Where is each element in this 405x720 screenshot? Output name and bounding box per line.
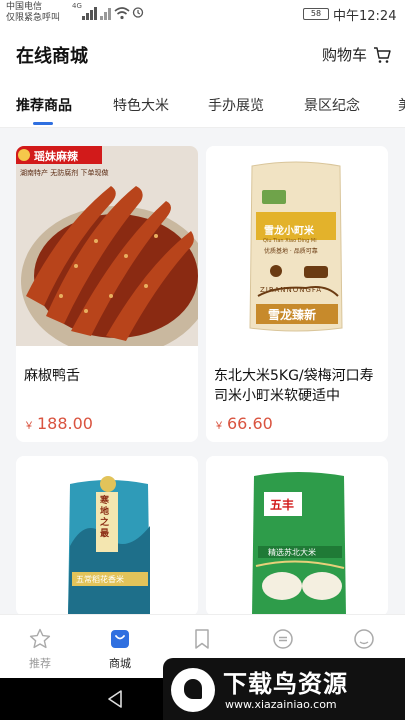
product-card[interactable]: 寒地之最 五常稻花香米 xyxy=(16,456,198,616)
watermark: 下载鸟资源 www.xiazainiao.com xyxy=(163,658,405,720)
bag-brand-en: ZIRANNONGFA xyxy=(260,286,323,294)
nav-recommend[interactable]: 推荐 xyxy=(10,627,70,671)
product-banner-sub: 湖南特产 无防腐剂 下单现做 xyxy=(20,169,109,177)
clock: 中午12:24 xyxy=(333,9,397,24)
currency-symbol: ￥ xyxy=(214,421,224,432)
price-value: 188.00 xyxy=(37,414,93,433)
product-price: ￥ 188.00 xyxy=(24,414,93,433)
bag-subtitle: 精选苏北大米 xyxy=(268,548,316,557)
nav-shop[interactable]: 商城 xyxy=(90,627,150,671)
shop-bag-icon xyxy=(111,630,129,648)
network-type: 4G xyxy=(72,2,82,10)
nav-messages[interactable] xyxy=(253,627,313,655)
tab-more[interactable]: 美 xyxy=(398,95,405,115)
star-icon xyxy=(29,628,51,649)
product-banner: 瑶妹麻辣 xyxy=(34,150,78,163)
product-image xyxy=(206,456,388,616)
watermark-logo-icon xyxy=(171,668,215,712)
bag-subtitle: 五常稻花香米 xyxy=(76,575,124,584)
cart-icon xyxy=(374,46,391,63)
nav-bookmark[interactable] xyxy=(172,627,232,655)
watermark-title: 下载鸟资源 xyxy=(223,670,348,698)
bookmark-icon xyxy=(195,629,209,649)
bag-brand: 五丰 xyxy=(270,498,295,512)
tab-souvenirs[interactable]: 景区纪念 xyxy=(304,95,360,115)
bag-subtitle: 优质基地 · 品质可靠 xyxy=(264,248,318,255)
carrier-info: 中国电信 仅限紧急呼叫 xyxy=(6,2,60,24)
status-bar: 中国电信 仅限紧急呼叫 4G 58 中午12:24 xyxy=(0,0,405,28)
product-name: 麻椒鸭舌 xyxy=(24,368,80,384)
carrier-name: 中国电信 xyxy=(6,2,43,12)
page-title: 在线商城 xyxy=(16,46,88,67)
tab-figures[interactable]: 手办展览 xyxy=(208,95,264,115)
watermark-url: www.xiazainiao.com xyxy=(225,698,337,711)
bag-title: 雪龙小町米 xyxy=(264,226,314,237)
carrier-status: 仅限紧急呼叫 xyxy=(6,13,61,23)
tab-indicator xyxy=(33,122,53,125)
bag-title: 寒地之最 xyxy=(100,496,110,539)
nav-profile[interactable] xyxy=(334,627,394,655)
product-card[interactable]: 五丰 精选苏北大米 xyxy=(206,456,388,616)
bag-pinyin: Qiu Tian Xiao Ding Mi xyxy=(263,238,317,244)
bag-brand: 雪龙臻新 xyxy=(268,308,317,322)
category-tabs: 推荐商品 特色大米 手办展览 景区纪念 美 xyxy=(0,80,405,128)
cart-button[interactable]: 购物车 xyxy=(322,44,391,65)
signal-icon: 4G xyxy=(72,2,112,20)
nav-label: 商城 xyxy=(109,657,131,670)
tab-special-rice[interactable]: 特色大米 xyxy=(113,95,169,115)
product-card[interactable]: 雪龙小町米 Qiu Tian Xiao Ding Mi 优质基地 · 品质可靠 … xyxy=(206,146,388,442)
tab-recommended[interactable]: 推荐商品 xyxy=(16,95,72,115)
wifi-icon xyxy=(114,7,130,20)
product-price: ￥ 66.60 xyxy=(214,414,273,433)
alarm-icon xyxy=(132,7,144,18)
battery-indicator: 58 xyxy=(303,8,329,20)
currency-symbol: ￥ xyxy=(24,421,34,432)
cart-label: 购物车 xyxy=(321,46,367,64)
app-header: 在线商城 购物车 xyxy=(0,28,405,80)
price-value: 66.60 xyxy=(227,414,273,433)
product-card[interactable]: 瑶妹麻辣 湖南特产 无防腐剂 下单现做 麻椒鸭舌 ￥ 188.00 xyxy=(16,146,198,442)
message-icon xyxy=(273,629,293,649)
back-triangle-icon[interactable] xyxy=(105,688,125,710)
product-name: 东北大米5KG/袋梅河口寿 司米小町米软硬适中 xyxy=(214,368,374,404)
app-screen: 中国电信 仅限紧急呼叫 4G 58 中午12:24 在线商城 购物车 推荐商品 … xyxy=(0,0,405,720)
profile-icon xyxy=(354,629,374,649)
nav-label: 推荐 xyxy=(29,657,51,670)
